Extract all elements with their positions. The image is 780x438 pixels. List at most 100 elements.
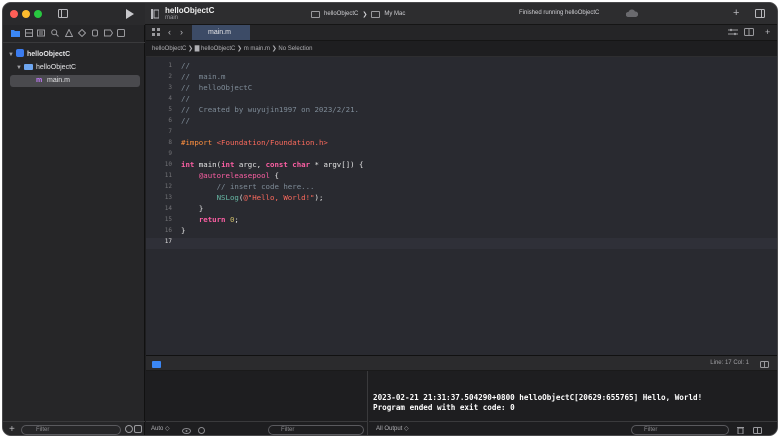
code-line-15: return 0; <box>198 215 239 224</box>
sidebar-toggle-icon[interactable] <box>58 9 68 20</box>
project-subtitle: main <box>165 15 179 21</box>
plus-icon[interactable]: + <box>9 425 15 435</box>
run-icon[interactable] <box>126 9 134 21</box>
code-line-8: #import <Foundation/Foundation.h> <box>181 138 328 147</box>
split-layout-icon[interactable] <box>755 9 765 20</box>
code-line-5: // Created by wuyujin1997 on 2023/2/21. <box>181 105 359 114</box>
recent-files-icon[interactable] <box>125 425 133 435</box>
debug-bar: Line: 17 Col: 1 <box>146 355 777 371</box>
close-window-button[interactable] <box>10 10 18 18</box>
code-line-11: @autoreleasepool { <box>198 171 279 180</box>
tree-group-label: helloObjectC <box>36 64 77 71</box>
scheme-separator: ❯ <box>362 11 368 18</box>
filter-placeholder: Filter <box>644 427 658 433</box>
variables-filter-input[interactable]: Filter <box>268 425 364 435</box>
line-number: 2 <box>168 73 172 80</box>
split-layout-icon[interactable] <box>760 360 769 370</box>
info-icon[interactable] <box>198 426 205 435</box>
source-control-icon[interactable] <box>25 29 33 39</box>
code-line-13: NSLog(@"Hello, World!"); <box>216 193 324 202</box>
toolbar-right: helloObjectC main helloObjectC ❯ My Mac … <box>145 3 777 25</box>
variables-view: Auto ◇ Filter <box>146 371 368 435</box>
objc-file-icon: m <box>36 77 43 84</box>
tab-label: main.m <box>208 29 231 36</box>
add-editor-icon[interactable]: + <box>765 27 770 37</box>
console-output: 2023-02-21 21:31:37.504290+0800 helloObj… <box>373 393 703 412</box>
toolbar: helloObjectC main helloObjectC ❯ My Mac … <box>3 3 777 25</box>
trash-icon[interactable] <box>737 426 744 435</box>
line-gutter: 1 2 3 4 5 6 7 8 9 10 11 12 13 14 15 16 17 <box>146 57 178 355</box>
tab-main-m[interactable]: main.m <box>192 25 250 40</box>
line-number: 5 <box>168 106 172 113</box>
related-items-icon[interactable] <box>152 28 160 38</box>
console-scope-select[interactable]: All Output ◇ <box>376 422 409 435</box>
line-number: 15 <box>164 216 172 223</box>
console-bottom-bar: All Output ◇ Filter <box>369 421 777 435</box>
line-number: 8 <box>168 139 172 146</box>
symbol-icon[interactable] <box>37 29 45 39</box>
current-line-highlight <box>146 238 777 249</box>
hide-debug-area-icon[interactable] <box>152 360 161 370</box>
toolbar-left <box>3 3 145 25</box>
scheme-selector[interactable]: helloObjectC ❯ My Mac <box>311 8 405 20</box>
breakpoint-icon[interactable] <box>104 29 114 39</box>
warning-icon[interactable] <box>64 28 74 39</box>
line-number: 1 <box>168 62 172 69</box>
changed-files-icon[interactable] <box>134 425 142 435</box>
line-number: 4 <box>168 95 172 102</box>
split-layout-icon[interactable] <box>753 426 762 435</box>
tree-group-row[interactable]: ▼ helloObjectC <box>16 62 76 74</box>
line-number: 12 <box>164 183 172 190</box>
tree-project-row[interactable]: ▼ helloObjectC <box>8 49 70 61</box>
variables-bottom-bar: Auto ◇ Filter <box>146 421 367 435</box>
xcode-window: helloObjectC main helloObjectC ❯ My Mac … <box>2 2 778 436</box>
cloud-icon <box>625 9 639 19</box>
code-line-1: // <box>181 61 190 70</box>
line-number: 13 <box>164 194 172 201</box>
console-filter-input[interactable]: Filter <box>631 425 729 435</box>
eye-icon[interactable] <box>182 426 191 435</box>
zoom-window-button[interactable] <box>34 10 42 18</box>
line-number: 7 <box>168 128 172 135</box>
debug-icon[interactable] <box>91 29 99 39</box>
disclosure-open-icon[interactable]: ▼ <box>16 62 24 74</box>
line-number: 16 <box>164 227 172 234</box>
test-icon[interactable] <box>77 28 87 39</box>
console-view[interactable]: 2023-02-21 21:31:37.504290+0800 helloObj… <box>369 371 777 435</box>
navigator-filter-input[interactable]: Filter <box>21 425 121 435</box>
project-title: helloObjectC <box>165 6 215 15</box>
variables-scope-select[interactable]: Auto ◇ <box>151 422 170 435</box>
navigator-tabs <box>3 25 145 43</box>
scheme-destination: My Mac <box>384 11 406 17</box>
filter-placeholder: Filter <box>281 427 295 433</box>
code-line-6: // <box>181 116 190 125</box>
chevron-right-icon[interactable]: › <box>180 27 183 37</box>
adjust-editor-icon[interactable] <box>728 28 738 38</box>
disclosure-open-icon[interactable]: ▼ <box>8 49 16 61</box>
folder-icon[interactable] <box>11 29 20 39</box>
split-editor-icon[interactable] <box>744 28 754 38</box>
code-line-2: // main.m <box>181 72 226 81</box>
stop-icon[interactable] <box>151 9 160 21</box>
jump-bar[interactable]: helloObjectC ❯ ▇ helloObjectC ❯ m main.m… <box>146 41 777 57</box>
line-number: 6 <box>168 117 172 124</box>
chevron-left-icon[interactable]: ‹ <box>168 27 171 37</box>
code-editor[interactable]: 1 2 3 4 5 6 7 8 9 10 11 12 13 14 15 16 17 // // main.m /… <box>146 57 777 355</box>
app-project-icon <box>16 49 24 57</box>
filter-placeholder: Filter <box>36 427 50 433</box>
code-line-4: // <box>181 94 190 103</box>
plus-icon[interactable]: + <box>733 8 739 19</box>
tree-file-row-selected[interactable]: m main.m <box>10 75 140 87</box>
report-icon[interactable] <box>117 29 125 39</box>
tree-file-label: main.m <box>47 77 70 84</box>
project-navigator: ▼ helloObjectC ▼ helloObjectC m main.m + Fi… <box>3 25 145 435</box>
app-icon <box>311 10 320 18</box>
scheme-target: helloObjectC <box>324 11 359 17</box>
editor-tab-bar: ‹ › main.m + <box>146 25 777 41</box>
minimize-window-button[interactable] <box>22 10 30 18</box>
folder-icon <box>24 64 33 70</box>
search-icon[interactable] <box>51 29 59 39</box>
code-line-16: } <box>181 226 186 235</box>
tree-project-label: helloObjectC <box>27 51 71 58</box>
navigator-bottom-bar: + Filter <box>3 421 145 435</box>
